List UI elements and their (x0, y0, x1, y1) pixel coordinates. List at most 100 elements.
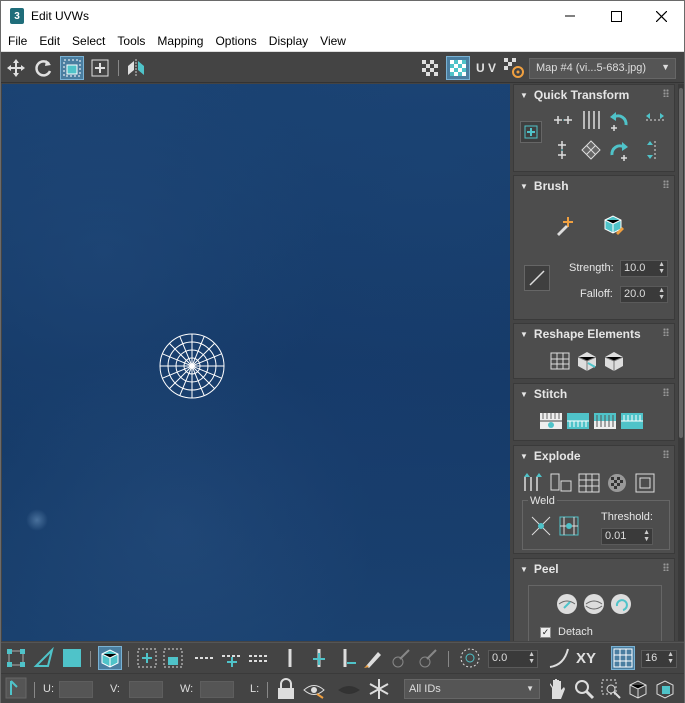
shrink-ring-button[interactable] (335, 646, 359, 670)
lock-selection-button[interactable] (274, 677, 298, 701)
zoom-button[interactable] (572, 677, 596, 701)
spinner-arrows-icon[interactable]: ▲ ▼ (658, 261, 665, 275)
maximize-button[interactable] (593, 1, 639, 31)
reset-peel-button[interactable] (608, 591, 634, 617)
paint-move-button[interactable] (553, 212, 579, 238)
peel-mode-button[interactable] (581, 591, 607, 617)
brush-header[interactable]: ▼ Brush (514, 176, 674, 196)
menu-view[interactable]: View (314, 34, 352, 48)
menu-mapping[interactable]: Mapping (151, 34, 209, 48)
menu-tools[interactable]: Tools (111, 34, 151, 48)
uv-mesh-sphere[interactable] (157, 331, 227, 401)
panel-scroll-thumb[interactable] (679, 88, 683, 438)
material-id-filter-dropdown[interactable]: All IDs ▼ (404, 679, 540, 699)
menu-edit[interactable]: Edit (33, 34, 66, 48)
stitch-header[interactable]: ▼ Stitch (514, 384, 674, 404)
rotate-tool-button[interactable] (32, 56, 56, 80)
relax-settings-button[interactable] (601, 348, 627, 374)
explode-materials-button[interactable] (604, 470, 630, 496)
panel-scrollbar[interactable] (678, 84, 684, 641)
explode-header[interactable]: ▼ Explode (514, 446, 674, 466)
grow-selection-button[interactable] (135, 646, 159, 670)
strength-spinner[interactable]: 10.0 ▲ ▼ (620, 260, 668, 277)
hide-show-button[interactable] (302, 677, 326, 701)
quick-transform-header[interactable]: ▼ Quick Transform (514, 85, 674, 105)
rotate-cw-button[interactable] (606, 137, 632, 163)
detach-checkbox[interactable]: ✓ (540, 627, 551, 638)
zoom-region-button[interactable] (599, 677, 623, 701)
stitch-custom-button[interactable] (538, 408, 564, 434)
paint-select-grow-button[interactable] (389, 646, 413, 670)
element-mode-button[interactable] (98, 646, 122, 670)
weld-target-button[interactable] (556, 513, 582, 539)
u-input[interactable] (59, 681, 93, 698)
freeze-button[interactable] (367, 677, 391, 701)
spinner-arrows-icon[interactable]: ▲ ▼ (667, 651, 674, 665)
shrink-selection-button[interactable] (161, 646, 185, 670)
explode-grid-button[interactable] (576, 470, 602, 496)
drag-grip-icon[interactable] (663, 180, 669, 188)
spinner-arrows-icon[interactable]: ▲ ▼ (528, 651, 535, 665)
drag-grip-icon[interactable] (663, 563, 669, 571)
soft-selection-button[interactable] (458, 646, 482, 670)
map-selector-dropdown[interactable]: Map #4 (vi...5-683.jpg) ▼ (529, 58, 676, 79)
flip-horizontal-button[interactable] (642, 107, 668, 133)
align-vertical-button[interactable] (550, 137, 576, 163)
grow-loop-button[interactable] (220, 646, 244, 670)
drag-grip-icon[interactable] (663, 388, 669, 396)
ring-selection-button[interactable] (278, 646, 302, 670)
drag-grip-icon[interactable] (663, 328, 669, 336)
space-vertical-button[interactable] (578, 107, 604, 133)
break-button[interactable] (520, 470, 546, 496)
xy-space-button[interactable]: XY (573, 646, 599, 670)
drag-grip-icon[interactable] (663, 450, 669, 458)
menu-display[interactable]: Display (263, 34, 314, 48)
paint-select-shrink-button[interactable] (416, 646, 440, 670)
align-grid-button[interactable] (578, 137, 604, 163)
scale-tool-button[interactable] (60, 56, 84, 80)
spinner-arrows-icon[interactable]: ▲ ▼ (643, 529, 650, 543)
freeform-tool-button[interactable] (88, 56, 112, 80)
align-horizontal-button[interactable] (550, 107, 576, 133)
soft-selection-falloff-spinner[interactable]: 0.0 ▲ ▼ (488, 650, 538, 668)
menu-select[interactable]: Select (66, 34, 111, 48)
uv-axis-button[interactable]: U V (472, 56, 500, 80)
drag-grip-icon[interactable] (663, 89, 669, 97)
stitch-to-target-button[interactable] (619, 408, 645, 434)
grid-size-spinner[interactable]: 16 ▲ ▼ (641, 650, 677, 668)
peel-header[interactable]: ▼ Peel (514, 559, 674, 579)
move-tool-button[interactable] (4, 56, 28, 80)
uv-editor-viewport[interactable] (2, 84, 510, 641)
close-button[interactable] (638, 1, 684, 31)
brush-falloff-curve-button[interactable] (524, 265, 550, 291)
mirror-tool-button[interactable] (124, 56, 148, 80)
threshold-spinner[interactable]: 0.01 ▲ ▼ (601, 528, 653, 545)
hide-unselected-button[interactable] (337, 677, 361, 701)
stitch-to-average-button[interactable] (592, 408, 618, 434)
rotate-ccw-button[interactable] (606, 107, 632, 133)
paint-select-button[interactable] (361, 646, 385, 670)
relax-button[interactable] (574, 348, 600, 374)
checker-pattern-button[interactable] (418, 56, 442, 80)
falloff-spinner[interactable]: 20.0 ▲ ▼ (620, 286, 668, 303)
absolute-offset-toggle[interactable] (4, 676, 28, 700)
explode-by-element-button[interactable] (632, 470, 658, 496)
grid-snap-button[interactable] (611, 646, 635, 670)
edge-mode-button[interactable] (32, 646, 56, 670)
shrink-loop-button[interactable] (247, 646, 271, 670)
straighten-selection-button[interactable] (547, 348, 573, 374)
explode-smoothing-button[interactable] (548, 470, 574, 496)
loop-selection-button[interactable] (193, 646, 217, 670)
reshape-elements-header[interactable]: ▼ Reshape Elements (514, 324, 674, 344)
stitch-to-source-button[interactable] (565, 408, 591, 434)
weld-selected-button[interactable] (528, 513, 554, 539)
texture-settings-button[interactable] (502, 56, 526, 80)
v-input[interactable] (129, 681, 163, 698)
pan-button[interactable] (545, 677, 569, 701)
grow-ring-button[interactable] (307, 646, 331, 670)
w-input[interactable] (200, 681, 234, 698)
minimize-button[interactable] (547, 1, 593, 31)
quick-peel-button[interactable] (554, 591, 580, 617)
falloff-type-button[interactable] (547, 646, 571, 670)
pivot-button[interactable] (520, 121, 542, 143)
